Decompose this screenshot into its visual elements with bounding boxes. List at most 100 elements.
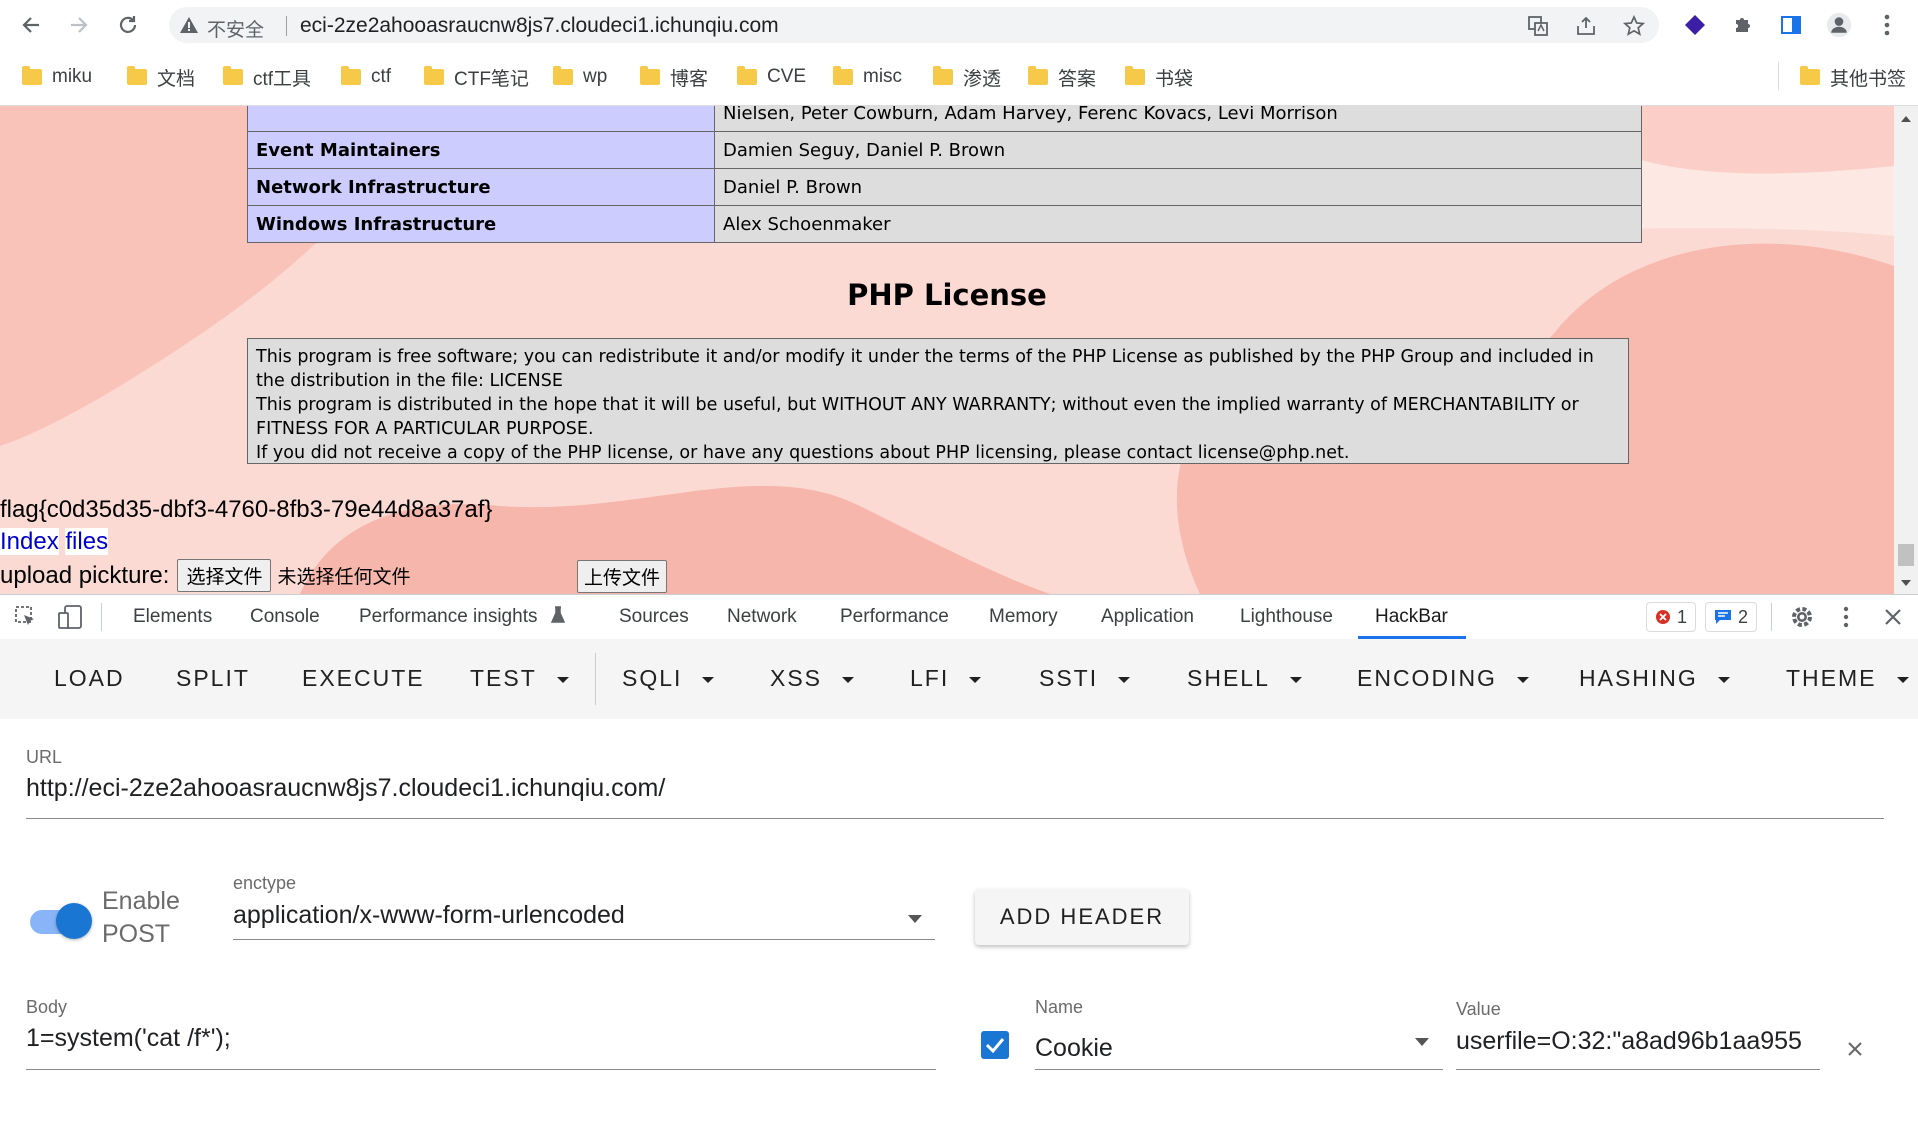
bookmark-folder[interactable]: 文档: [127, 64, 195, 90]
bookmark-folder[interactable]: 答案: [1028, 64, 1096, 90]
table-row: Event Maintainers Damien Seguy, Daniel P…: [247, 131, 1642, 169]
load-button[interactable]: LOAD: [54, 665, 125, 692]
lfi-menu-button[interactable]: LFI: [910, 665, 982, 692]
enctype-select[interactable]: application/x-www-form-urlencoded: [233, 901, 625, 930]
dropdown-caret-icon: [1896, 676, 1909, 683]
bookmark-label: ctf工具: [253, 68, 312, 90]
tab-elements[interactable]: Elements: [133, 606, 212, 628]
tab-performance-insights[interactable]: Performance insights: [359, 606, 537, 628]
upload-submit-button[interactable]: 上传文件: [577, 560, 668, 593]
bookmark-folder[interactable]: miku: [22, 64, 92, 90]
bookmark-folder[interactable]: ctf工具: [223, 64, 311, 90]
bookmark-folder[interactable]: ctf: [341, 64, 391, 90]
error-count-badge[interactable]: 1: [1646, 602, 1697, 632]
bookmark-label: CVE: [767, 66, 807, 87]
button-label: ENCODING: [1357, 665, 1497, 691]
device-toolbar-icon[interactable]: [58, 605, 84, 634]
toggle-knob[interactable]: [56, 903, 92, 939]
index-link[interactable]: Index: [0, 528, 59, 555]
button-label: SQLI: [622, 665, 683, 691]
url-text[interactable]: eci-2ze2ahooasraucnw8js7.cloudeci1.ichun…: [300, 14, 779, 38]
bookmark-folder[interactable]: CVE: [737, 64, 806, 90]
files-link[interactable]: files: [65, 528, 109, 555]
header-enabled-checkbox[interactable]: [981, 1031, 1009, 1059]
header-name-dropdown-icon[interactable]: [1414, 1034, 1430, 1052]
button-label: HASHING: [1579, 665, 1698, 691]
other-bookmarks-folder[interactable]: 其他书签: [1800, 64, 1906, 90]
message-count-badge[interactable]: 2: [1705, 602, 1758, 632]
remove-header-icon[interactable]: [1847, 1041, 1863, 1062]
back-icon[interactable]: [18, 12, 44, 38]
profile-avatar-icon[interactable]: [1826, 12, 1852, 38]
button-label: LOAD: [54, 665, 125, 691]
header-value-field[interactable]: userfile=O:32:"a8ad96b1aa955: [1456, 1027, 1820, 1063]
tab-network[interactable]: Network: [727, 606, 797, 628]
hashing-menu-button[interactable]: HASHING: [1579, 665, 1730, 692]
url-input[interactable]: http://eci-2ze2ahooasraucnw8js7.cloudeci…: [26, 774, 665, 803]
address-bar[interactable]: 不安全 eci-2ze2ahooasraucnw8js7.cloudeci1.i…: [169, 7, 1659, 43]
flag-text: flag{c0d35d35-dbf3-4760-8fb3-79e44d8a37a…: [0, 496, 493, 523]
credits-names: Nielsen, Peter Cowburn, Adam Harvey, Fer…: [714, 106, 1642, 132]
bookmark-label: 渗透: [963, 68, 1002, 90]
tab-hackbar[interactable]: HackBar: [1375, 606, 1448, 628]
split-button[interactable]: SPLIT: [176, 665, 250, 692]
more-options-icon[interactable]: [1843, 606, 1849, 633]
reload-icon[interactable]: [115, 12, 141, 38]
extensions-puzzle-icon[interactable]: [1730, 12, 1756, 38]
page-scrollbar[interactable]: [1894, 106, 1918, 594]
bookmarks-divider: [1778, 62, 1779, 90]
credits-role: Windows Infrastructure: [247, 205, 715, 243]
sqli-menu-button[interactable]: SQLI: [622, 665, 715, 692]
settings-gear-icon[interactable]: [1789, 604, 1815, 635]
bookmark-folder[interactable]: CTF笔记: [424, 64, 529, 90]
add-header-button[interactable]: ADD HEADER: [975, 889, 1189, 945]
bookmark-folder[interactable]: misc: [833, 64, 902, 90]
xss-menu-button[interactable]: XSS: [770, 665, 855, 692]
tab-performance[interactable]: Performance: [840, 606, 949, 628]
security-label[interactable]: 不安全: [207, 15, 264, 42]
bookmark-star-icon[interactable]: [1622, 14, 1646, 37]
shell-menu-button[interactable]: SHELL: [1187, 665, 1302, 692]
choose-file-button[interactable]: 选择文件: [177, 559, 272, 592]
encoding-menu-button[interactable]: ENCODING: [1357, 665, 1529, 692]
extension-diamond-icon[interactable]: [1682, 12, 1708, 38]
translate-icon[interactable]: [1527, 15, 1549, 37]
url-label: URL: [26, 747, 63, 767]
theme-menu-button[interactable]: THEME: [1786, 665, 1909, 692]
close-devtools-icon[interactable]: [1883, 607, 1903, 632]
enctype-underline: [233, 939, 935, 940]
credits-role: Network Infrastructure: [247, 168, 715, 206]
bookmark-folder[interactable]: 书袋: [1125, 64, 1193, 90]
chrome-menu-icon[interactable]: [1874, 12, 1900, 38]
share-icon[interactable]: [1575, 15, 1597, 37]
inspect-element-icon[interactable]: [14, 605, 38, 634]
tab-console[interactable]: Console: [250, 606, 320, 628]
table-row: Windows Infrastructure Alex Schoenmaker: [247, 205, 1642, 243]
bookmark-label: CTF笔记: [454, 68, 529, 90]
table-row: Network Infrastructure Daniel P. Brown: [247, 168, 1642, 206]
bookmark-folder[interactable]: wp: [553, 64, 607, 90]
tab-lighthouse[interactable]: Lighthouse: [1240, 606, 1333, 628]
execute-button[interactable]: EXECUTE: [302, 665, 425, 692]
button-label: SSTI: [1039, 665, 1099, 691]
forward-icon[interactable]: [66, 12, 92, 38]
test-menu-button[interactable]: TEST: [470, 665, 569, 692]
header-value-input[interactable]: userfile=O:32:"a8ad96b1aa955: [1456, 1027, 1802, 1056]
bookmark-folder[interactable]: 渗透: [933, 64, 1001, 90]
side-panel-icon[interactable]: [1778, 12, 1804, 38]
ssti-menu-button[interactable]: SSTI: [1039, 665, 1131, 692]
tab-divider: [101, 603, 102, 631]
tab-sources[interactable]: Sources: [619, 606, 689, 628]
button-label: THEME: [1786, 665, 1877, 691]
tab-application[interactable]: Application: [1101, 606, 1194, 628]
tab-memory[interactable]: Memory: [989, 606, 1058, 628]
header-name-input[interactable]: Cookie: [1035, 1034, 1113, 1063]
button-label: SPLIT: [176, 665, 250, 691]
enctype-dropdown-icon[interactable]: [907, 911, 923, 929]
body-input[interactable]: 1=system('cat /f*');: [26, 1024, 231, 1053]
message-count: 2: [1738, 606, 1749, 627]
warning-icon[interactable]: [179, 16, 199, 39]
page-viewport[interactable]: Nielsen, Peter Cowburn, Adam Harvey, Fer…: [0, 106, 1894, 594]
bookmark-folder[interactable]: 博客: [640, 64, 708, 90]
folder-icon: [833, 66, 853, 85]
